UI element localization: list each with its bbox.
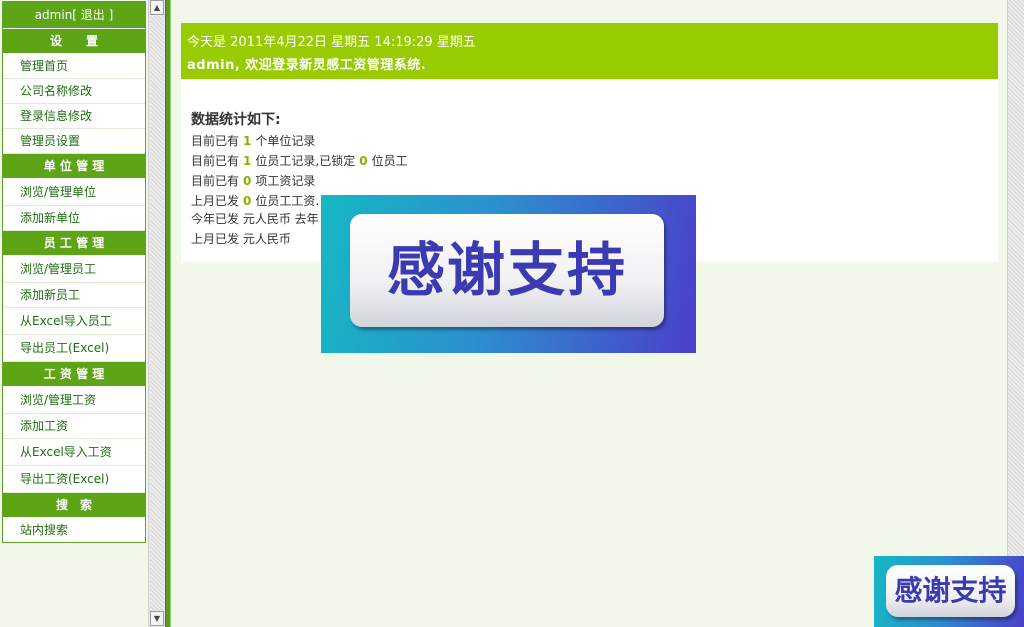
stat-row-units: 目前已有 1 个单位记录 (191, 132, 315, 149)
stat-text: 元人民币 去年 (242, 212, 319, 226)
stat-suffix: 位员工 (371, 154, 408, 168)
sidebar-item-admin-home[interactable]: 管理首页 (3, 54, 145, 79)
sidebar-scrollbar[interactable]: ▲ ▼ (148, 0, 165, 627)
scroll-up-arrow-icon[interactable]: ▲ (150, 0, 164, 15)
sidebar-item-site-search[interactable]: 站内搜索 (3, 518, 145, 542)
date-line: 今天是 2011年4月22日 星期五 14:19:29 星期五 (187, 35, 476, 50)
scrollbar-track[interactable] (150, 16, 164, 611)
frame-divider[interactable] (165, 0, 171, 627)
stat-count: 1 (243, 154, 252, 168)
greeting-line: admin, 欢迎登录新灵感工资管理系统. (187, 58, 427, 73)
sidebar-item-company-name[interactable]: 公司名称修改 (3, 79, 145, 104)
section-employee-header: 员 工 管 理 (3, 231, 145, 256)
sidebar-item-export-employees[interactable]: 导出员工(Excel) (3, 335, 145, 362)
section-salary-header: 工 资 管 理 (3, 362, 145, 387)
stat-row-salary-records: 目前已有 0 项工资记录 (191, 172, 315, 189)
stat-row-this-year: 今年已发 元人民币 去年 (191, 210, 319, 227)
sidebar-item-browse-units[interactable]: 浏览/管理单位 (3, 179, 145, 206)
main-scrollbar[interactable] (1007, 0, 1024, 627)
thanks-banner-small[interactable]: 感谢支持 (874, 556, 1024, 627)
sidebar-item-import-employees[interactable]: 从Excel导入员工 (3, 308, 145, 335)
section-search-header: 搜 索 (3, 493, 145, 518)
stat-count: 0 (243, 174, 252, 188)
stat-mid: 位员工记录,已锁定 (255, 154, 356, 168)
stat-row-last-month-amount: 上月已发 元人民币 (191, 230, 291, 247)
stat-prefix: 上月已发 (191, 194, 240, 208)
stat-count: 0 (243, 194, 252, 208)
stat-row-employees: 目前已有 1 位员工记录,已锁定 0 位员工 (191, 152, 408, 169)
stat-row-last-month-paid: 上月已发 0 位员工工资. (191, 192, 319, 209)
stat-text: 元人民币 (242, 232, 291, 246)
section-unit-header: 单 位 管 理 (3, 154, 145, 179)
sidebar-item-add-unit[interactable]: 添加新单位 (3, 206, 145, 231)
sidebar-item-import-salary[interactable]: 从Excel导入工资 (3, 439, 145, 466)
stat-prefix: 目前已有 (191, 134, 240, 148)
sidebar-item-login-info[interactable]: 登录信息修改 (3, 104, 145, 129)
stats-title: 数据统计如下: (191, 112, 281, 128)
thanks-banner-large: 感谢支持 (321, 195, 696, 353)
welcome-banner: 今天是 2011年4月22日 星期五 14:19:29 星期五 admin, 欢… (181, 23, 998, 79)
sidebar-item-browse-employees[interactable]: 浏览/管理员工 (3, 256, 145, 283)
stat-suffix: 个单位记录 (255, 134, 316, 148)
sidebar-item-add-salary[interactable]: 添加工资 (3, 414, 145, 439)
sidebar-item-add-employee[interactable]: 添加新员工 (3, 283, 145, 308)
sidebar-item-admin-settings[interactable]: 管理员设置 (3, 129, 145, 154)
section-settings-header: 设 置 (3, 29, 145, 54)
sidebar-item-browse-salary[interactable]: 浏览/管理工资 (3, 387, 145, 414)
sidebar-menu: admin[ 退出 ] 设 置 管理首页 公司名称修改 登录信息修改 管理员设置… (2, 1, 146, 543)
stat-prefix: 今年已发 (191, 212, 240, 226)
scroll-down-arrow-icon[interactable]: ▼ (150, 611, 164, 626)
sidebar: admin[ 退出 ] 设 置 管理首页 公司名称修改 登录信息修改 管理员设置… (0, 0, 148, 627)
user-logout-link[interactable]: admin[ 退出 ] (3, 2, 145, 29)
thanks-banner-text: 感谢支持 (350, 214, 664, 327)
stat-count: 1 (243, 134, 252, 148)
stat-prefix: 目前已有 (191, 154, 240, 168)
stat-suffix: 位员工工资. (255, 194, 320, 208)
sidebar-item-export-salary[interactable]: 导出工资(Excel) (3, 466, 145, 493)
stat-prefix: 上月已发 (191, 232, 240, 246)
stat-locked-count: 0 (359, 154, 368, 168)
thanks-banner-small-text: 感谢支持 (886, 565, 1015, 617)
stat-suffix: 项工资记录 (255, 174, 316, 188)
stat-prefix: 目前已有 (191, 174, 240, 188)
